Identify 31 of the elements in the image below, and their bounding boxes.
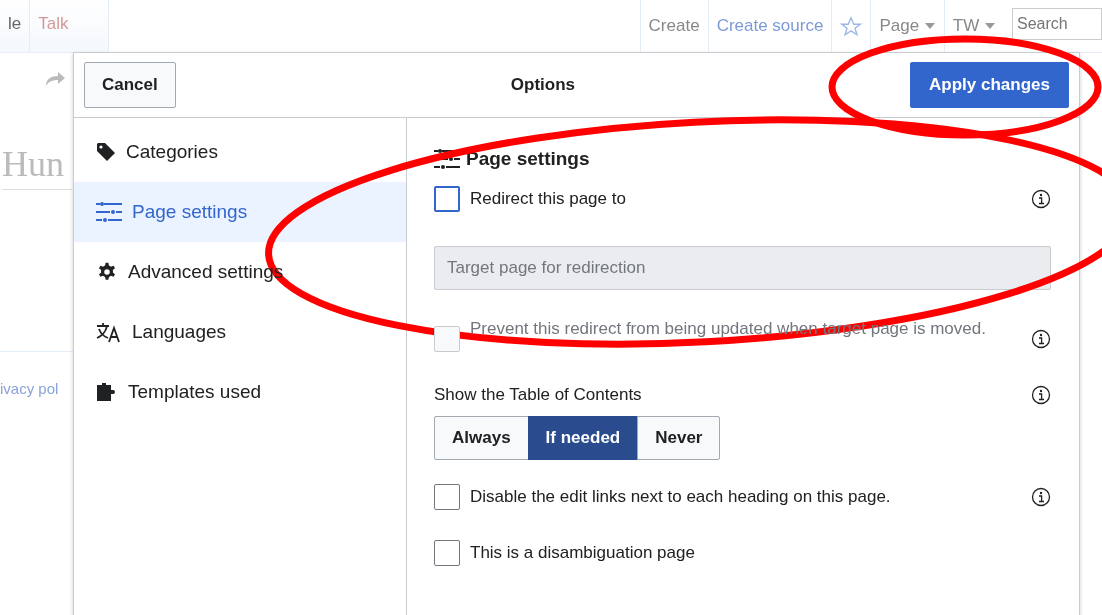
toggle-option-button[interactable]: If needed [527, 416, 639, 460]
tag-icon [96, 142, 116, 162]
page-tab[interactable]: le [0, 0, 31, 52]
checkbox[interactable] [434, 186, 460, 212]
checkbox[interactable] [434, 484, 460, 510]
checkbox-label: Redirect this page to [470, 188, 626, 210]
language-icon [96, 321, 122, 343]
option-label: Show the Table of Contents [434, 384, 642, 406]
gear-icon [96, 261, 118, 283]
toggle-option-button[interactable]: Always [434, 416, 529, 460]
caret-icon [923, 22, 936, 30]
sliders-icon [434, 148, 460, 170]
page-title: Hun [2, 143, 72, 190]
sliders-icon [96, 201, 122, 223]
sidebar-item[interactable]: Categories [74, 122, 406, 182]
info-icon[interactable] [1031, 189, 1051, 209]
caret-icon [984, 22, 996, 30]
checkbox-label: This is a disambiguation page [470, 542, 695, 564]
checkbox[interactable] [434, 540, 460, 566]
cancel-button[interactable]: Cancel [84, 62, 176, 108]
search-field[interactable]: Search [1012, 8, 1102, 40]
info-icon[interactable] [1031, 487, 1051, 507]
dialog-title: Options [510, 75, 575, 95]
checkbox-label: Disable the edit links next to each heading on this page. [470, 486, 891, 508]
star-icon[interactable] [840, 16, 863, 38]
puzzle-icon [96, 382, 118, 402]
info-icon[interactable] [1031, 385, 1051, 405]
sidebar-item[interactable]: Page settings [74, 182, 406, 242]
toggle-option-button[interactable]: Never [637, 416, 721, 460]
apply-changes-button[interactable]: Apply changes [910, 62, 1069, 108]
section-heading: Page settings [466, 148, 590, 170]
